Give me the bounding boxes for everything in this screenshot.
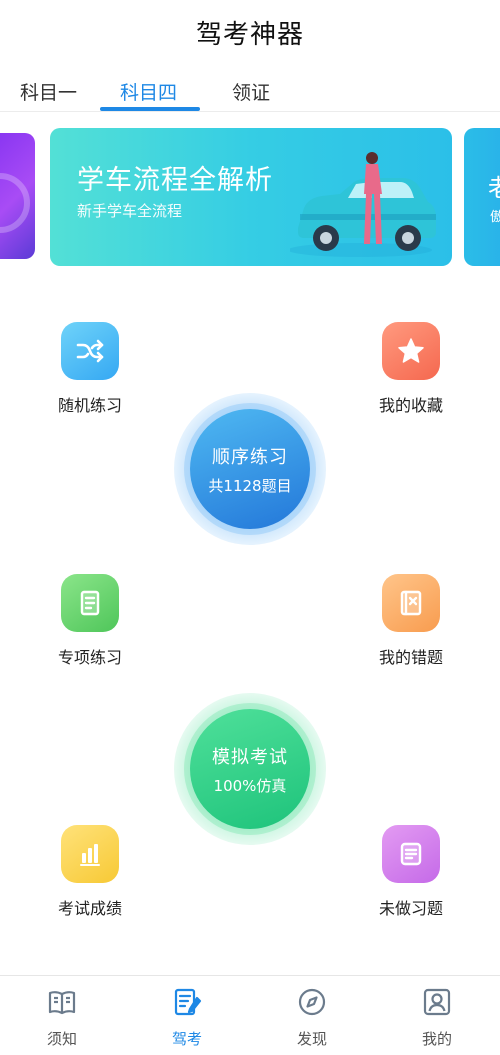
random-practice-label: 随机练习 — [57, 396, 122, 415]
sequential-practice-label: 顺序练习 — [212, 446, 288, 468]
nav-item-discover[interactable]: 发现 — [262, 986, 362, 1049]
exam-doc-icon — [174, 988, 202, 1016]
star-icon — [382, 322, 440, 380]
nav-label-exam: 驾考 — [171, 1030, 202, 1048]
banner-next-title: 老 — [488, 168, 500, 203]
sequential-practice-core: 顺序练习 共1128题目 — [190, 409, 310, 529]
question-count: 共1128题目 — [208, 476, 292, 495]
nav-label-notice: 须知 — [46, 1030, 77, 1048]
tab-license[interactable]: 领证 — [232, 78, 270, 105]
favorites-label: 我的收藏 — [378, 396, 443, 415]
nav-label-discover: 发现 — [296, 1030, 327, 1048]
topic-practice-button[interactable]: 专项练习 — [30, 574, 150, 668]
bar-chart-icon — [61, 825, 119, 883]
nav-item-profile[interactable]: 我的 — [387, 986, 487, 1049]
undone-questions-label: 未做习题 — [378, 899, 443, 918]
compass-icon — [298, 988, 326, 1016]
banner-carousel[interactable]: 学车流程全解析 新手学车全流程 老 傲 — [0, 128, 500, 268]
wrong-questions-button[interactable]: 我的错题 — [351, 574, 471, 668]
banner-next-subtitle: 傲 — [490, 210, 500, 225]
shuffle-icon — [61, 322, 119, 380]
mock-exam-core: 模拟考试 100%仿真 — [190, 709, 310, 829]
exam-scores-label: 考试成绩 — [57, 899, 122, 918]
banner-main[interactable]: 学车流程全解析 新手学车全流程 — [50, 128, 452, 266]
nav-item-exam[interactable]: 驾考 — [137, 986, 237, 1049]
wrong-questions-label: 我的错题 — [378, 648, 443, 667]
app-title: 驾考神器 — [195, 20, 304, 50]
banner-title: 学车流程全解析 — [77, 165, 273, 196]
tab-subject-four[interactable]: 科目四 — [120, 78, 177, 105]
exam-scores-button[interactable]: 考试成绩 — [30, 825, 150, 919]
banner-previous[interactable] — [0, 133, 35, 259]
tab-subject-one[interactable]: 科目一 — [20, 78, 77, 105]
sequential-practice-button[interactable]: 顺序练习 共1128题目 — [174, 393, 326, 545]
active-tab-indicator — [100, 107, 200, 111]
undone-questions-button[interactable]: 未做习题 — [351, 825, 471, 919]
bottom-navigation: 须知 驾考 发现 我的 — [0, 975, 500, 1055]
mock-exam-button[interactable]: 模拟考试 100%仿真 — [174, 693, 326, 845]
scroll-icon — [61, 574, 119, 632]
wrong-book-icon — [382, 574, 440, 632]
subject-tabs: 科目一 科目四 领证 — [0, 74, 500, 112]
favorites-button[interactable]: 我的收藏 — [351, 322, 471, 416]
note-icon — [382, 825, 440, 883]
nav-item-notice[interactable]: 须知 — [12, 986, 112, 1049]
random-practice-button[interactable]: 随机练习 — [30, 322, 150, 416]
topic-practice-label: 专项练习 — [57, 648, 122, 667]
mock-exam-label: 模拟考试 — [212, 746, 288, 768]
banner-decoration — [0, 173, 30, 233]
banner-subtitle: 新手学车全流程 — [77, 202, 183, 220]
nav-label-profile: 我的 — [421, 1030, 452, 1048]
profile-icon — [423, 988, 451, 1016]
car-illustration — [290, 152, 436, 257]
book-icon — [48, 991, 76, 1015]
mock-exam-sublabel: 100%仿真 — [213, 776, 287, 795]
banner-next[interactable]: 老 傲 — [464, 128, 500, 266]
